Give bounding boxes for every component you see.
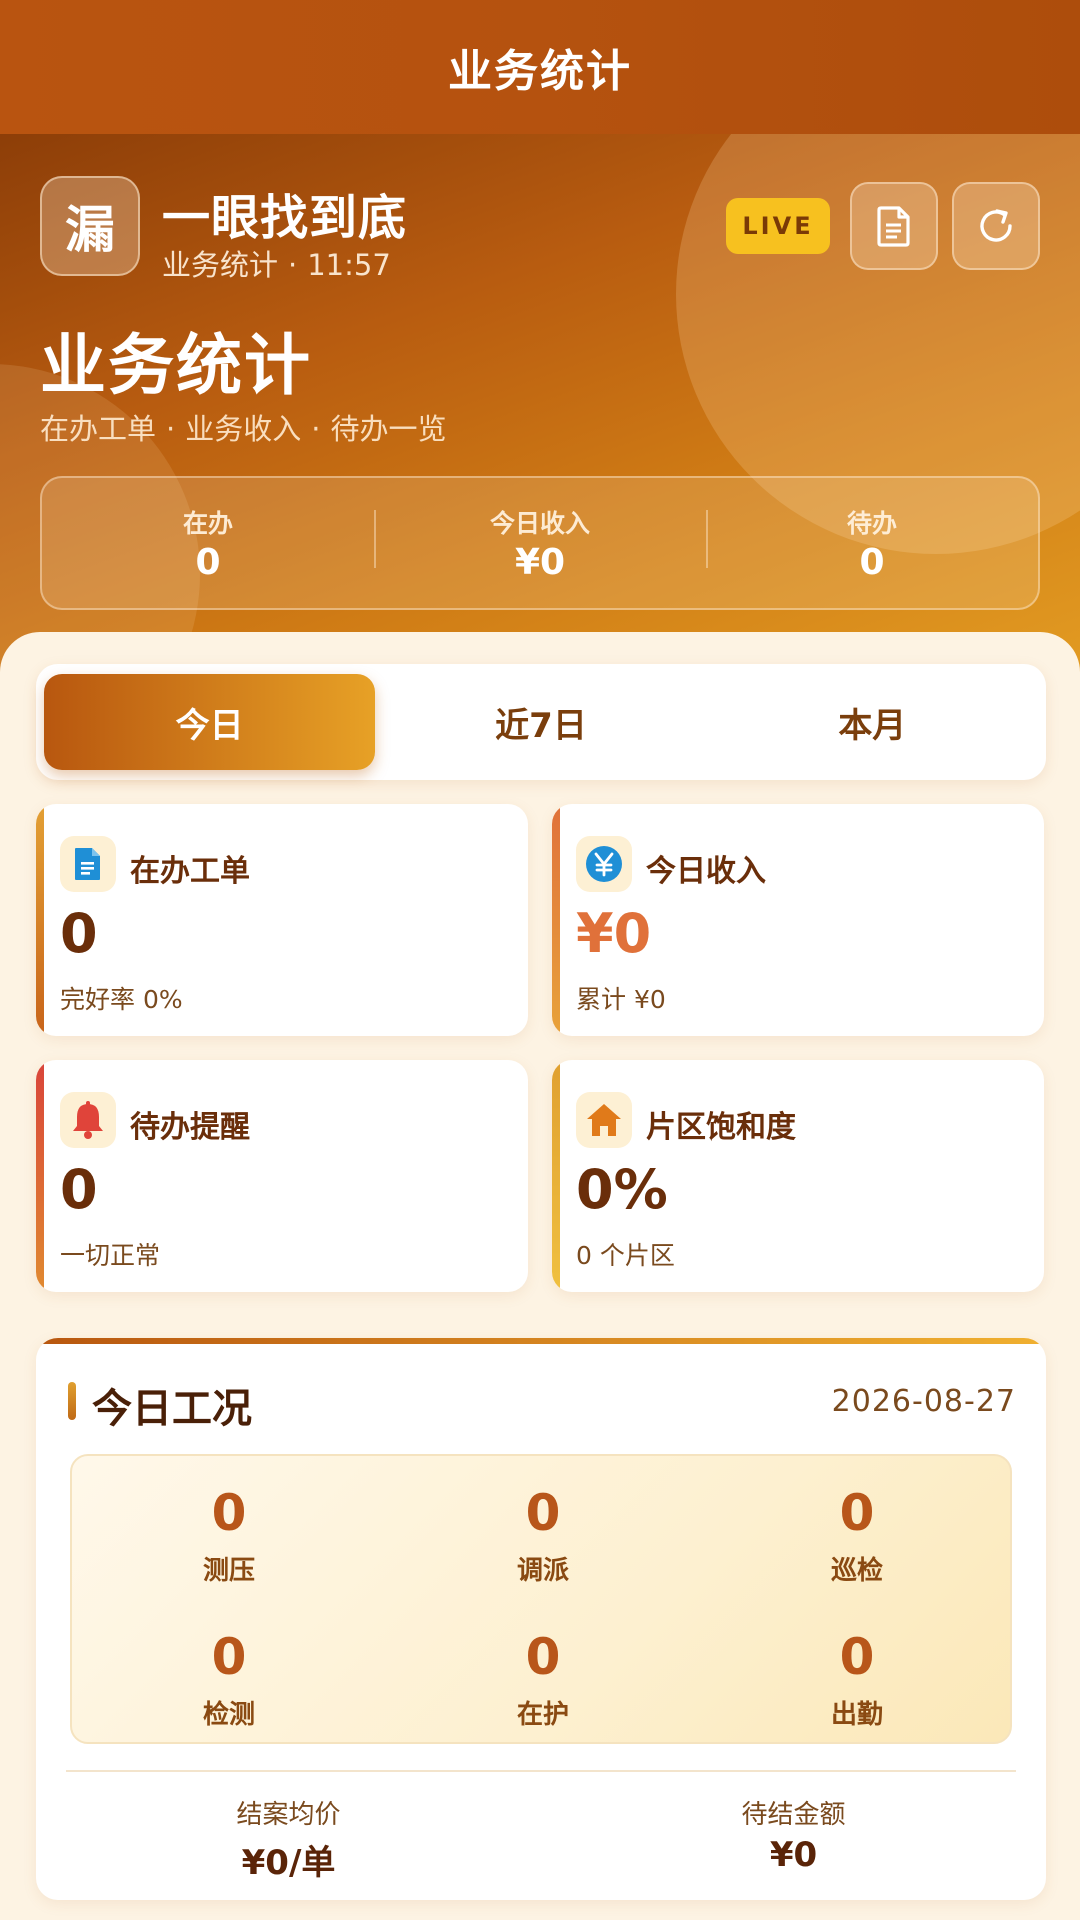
- stat-value: 0: [195, 541, 221, 583]
- card-value: ¥0: [576, 902, 652, 965]
- bell-icon: [73, 1101, 103, 1139]
- hero-header: 漏 一眼找到底 业务统计 · 11:57 LIVE 业务统计 在办工单 · 业务收入 · 待…: [0, 134, 1080, 674]
- panel-accent-line: [36, 1338, 1046, 1344]
- card-subtext: 完好率 0%: [60, 985, 183, 1014]
- metric-label: 调派: [516, 1556, 569, 1586]
- stat-value: ¥0: [514, 541, 566, 583]
- summary-today-income: 今日收入 ¥0: [374, 504, 706, 583]
- metric-label: 出勤: [830, 1700, 883, 1730]
- card-value: 0%: [576, 1158, 668, 1221]
- metric-attendance: 0 出勤: [700, 1628, 1014, 1731]
- card-title: 片区饱和度: [646, 1110, 796, 1145]
- card-pending-reminders[interactable]: 待办提醒 0 一切正常: [36, 1060, 528, 1292]
- document-icon: [877, 206, 910, 247]
- footer-label: 待结金额: [741, 1800, 846, 1830]
- app-bar-title: 业务统计: [448, 46, 632, 97]
- card-subtext: 一切正常: [60, 1241, 161, 1270]
- avg-closing-price: 结案均价 ¥0/单: [36, 1794, 541, 1884]
- yuan-icon: [586, 846, 622, 882]
- metric-dispatch: 0 调派: [386, 1484, 700, 1587]
- brand-logo-char: 漏: [65, 201, 115, 259]
- metric-inspection: 0 检测: [72, 1628, 386, 1731]
- metric-value: 0: [839, 1484, 875, 1542]
- section-title: 今日工况: [92, 1386, 252, 1432]
- metric-maintenance: 0 在护: [386, 1628, 700, 1731]
- subtitle-item: 在办工单: [40, 412, 157, 446]
- tab-today[interactable]: 今日: [44, 674, 376, 770]
- card-value: 0: [60, 902, 98, 965]
- metrics-grid: 0 测压 0 调派 0 巡检 0 检测 0 在护 0 出勤: [70, 1454, 1012, 1744]
- subtitle-item: 业务收入: [185, 412, 302, 446]
- brand-name: 一眼找到底: [162, 190, 408, 246]
- metric-label: 测压: [202, 1556, 255, 1586]
- card-accent-edge: [552, 804, 560, 1036]
- clock-time: 11:57: [307, 248, 391, 282]
- card-accent-edge: [552, 1060, 560, 1292]
- hero-summary-stats: 在办 0 今日收入 ¥0 待办 0: [40, 476, 1040, 610]
- tab-last-7-days[interactable]: 近7日: [375, 674, 706, 770]
- section-title-bar: [68, 1382, 76, 1420]
- separator-dot: ·: [311, 412, 321, 446]
- metric-value: 0: [525, 1628, 561, 1686]
- stat-value: 0: [859, 541, 885, 583]
- metric-label: 在护: [516, 1700, 569, 1730]
- card-title: 在办工单: [130, 854, 250, 889]
- card-icon-wrap: [576, 1092, 632, 1148]
- today-work-status-panel: 今日工况 2026-08-27 0 测压 0 调派 0 巡检 0 检测 0 在护…: [36, 1338, 1046, 1900]
- footer-label: 结案均价: [236, 1800, 341, 1830]
- brand-logo: 漏: [40, 176, 140, 276]
- footer-value: ¥0: [769, 1835, 818, 1875]
- app-bar: 业务统计: [0, 0, 1080, 134]
- footer-value: ¥0/单: [241, 1843, 336, 1883]
- refresh-icon: [980, 209, 1012, 242]
- metric-label: 巡检: [830, 1556, 883, 1586]
- stat-label: 今日收入: [489, 508, 590, 538]
- metric-value: 0: [839, 1628, 875, 1686]
- pending-settlement-amount: 待结金额 ¥0: [541, 1794, 1046, 1875]
- metric-value: 0: [211, 1484, 247, 1542]
- tab-this-month[interactable]: 本月: [707, 674, 1038, 770]
- card-accent-edge: [36, 804, 44, 1036]
- live-badge: LIVE: [726, 198, 830, 254]
- brand-sub-label: 业务统计: [162, 248, 279, 282]
- stat-label: 在办: [182, 508, 233, 538]
- metric-patrol: 0 巡检: [700, 1484, 1014, 1587]
- brand-subtitle: 业务统计 · 11:57: [162, 242, 391, 284]
- separator-dot: ·: [288, 248, 298, 282]
- hero-subtitle: 在办工单 · 业务收入 · 待办一览: [40, 406, 446, 448]
- hero-title: 业务统计: [40, 327, 312, 404]
- card-icon-wrap: [60, 1092, 116, 1148]
- metric-value: 0: [525, 1484, 561, 1542]
- summary-pending: 待办 0: [706, 504, 1038, 583]
- section-date: 2026-08-27: [831, 1384, 1016, 1419]
- card-subtext: 累计 ¥0: [576, 985, 666, 1014]
- card-active-orders[interactable]: 在办工单 0 完好率 0%: [36, 804, 528, 1036]
- metric-label: 检测: [202, 1700, 255, 1730]
- stat-label: 待办: [846, 508, 897, 538]
- card-accent-edge: [36, 1060, 44, 1292]
- card-zone-saturation[interactable]: 片区饱和度 0% 0 个片区: [552, 1060, 1044, 1292]
- report-button[interactable]: [850, 182, 938, 270]
- card-title: 待办提醒: [130, 1110, 250, 1145]
- metric-value: 0: [211, 1628, 247, 1686]
- refresh-button[interactable]: [952, 182, 1040, 270]
- home-icon: [587, 1104, 621, 1136]
- separator-dot: ·: [166, 412, 176, 446]
- card-title: 今日收入: [646, 854, 766, 889]
- metric-pressure-test: 0 测压: [72, 1484, 386, 1587]
- card-icon-wrap: [576, 836, 632, 892]
- card-today-income[interactable]: 今日收入 ¥0 累计 ¥0: [552, 804, 1044, 1036]
- divider: [66, 1770, 1016, 1772]
- card-icon-wrap: [60, 836, 116, 892]
- card-subtext: 0 个片区: [576, 1241, 675, 1270]
- summary-in-progress: 在办 0: [42, 504, 374, 583]
- subtitle-item: 待办一览: [330, 412, 447, 446]
- document-icon: [75, 848, 100, 880]
- period-tabs: 今日 近7日 本月: [36, 664, 1046, 780]
- card-value: 0: [60, 1158, 98, 1221]
